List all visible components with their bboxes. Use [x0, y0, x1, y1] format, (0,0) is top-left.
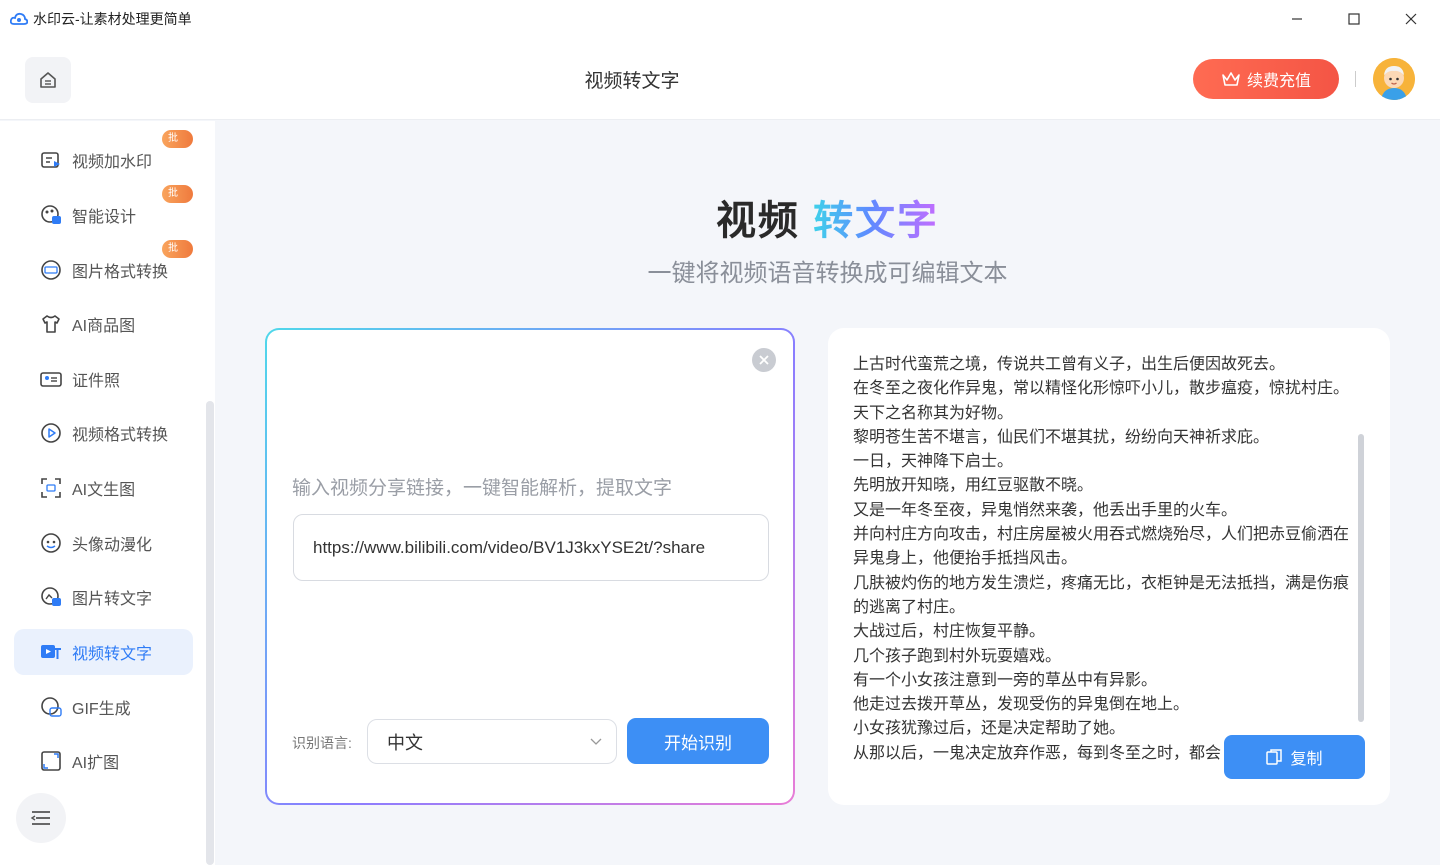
- copy-icon: [1266, 749, 1283, 765]
- header-divider: [1355, 71, 1356, 87]
- collapse-sidebar-button[interactable]: [16, 793, 66, 843]
- transcript-line: 在冬至之夜化作异鬼，常以精怪化形惊吓小儿，散步瘟疫，惊扰村庄。: [853, 380, 1350, 398]
- input-prompt: 输入视频分享链接，一键智能解析，提取文字: [292, 478, 673, 499]
- chevron-down-icon: [590, 738, 602, 745]
- menu-collapse-icon: [30, 811, 50, 825]
- close-window-button[interactable]: [1382, 0, 1439, 38]
- id-card-icon: [40, 368, 62, 390]
- maximize-button[interactable]: [1325, 0, 1382, 38]
- close-icon: [1405, 13, 1416, 25]
- input-panel: 输入视频分享链接，一键智能解析，提取文字 https://www.bilibil…: [265, 328, 795, 805]
- sidebar-item-label: 视频加水印: [72, 154, 153, 171]
- sidebar-item-label: 头像动漫化: [72, 537, 153, 554]
- sidebar-item-label: 智能设计: [72, 209, 137, 226]
- smart-design-icon: [40, 204, 62, 226]
- language-select[interactable]: 中文: [367, 719, 617, 764]
- language-value: 中文: [387, 732, 423, 753]
- sidebar-item-label: AI商品图: [72, 318, 136, 335]
- hero-title: 视频 转文字: [215, 188, 1440, 246]
- gif-icon: [40, 696, 62, 718]
- language-label: 识别语言:: [292, 735, 352, 751]
- transcript-line: 有一个小女孩注意到一旁的草丛中有异影。: [853, 671, 1158, 689]
- hero-title-part2: 转文字: [813, 199, 940, 243]
- maximize-icon: [1347, 13, 1360, 25]
- sidebar-scrollbar[interactable]: [206, 401, 214, 865]
- expand-image-icon: [40, 750, 62, 772]
- transcript-scrollbar[interactable]: [1358, 434, 1364, 722]
- video-watermark-icon: [40, 149, 62, 171]
- sidebar-item-video-watermark[interactable]: 视频加水印 批量: [14, 130, 193, 183]
- sidebar-item-ai-product[interactable]: AI商品图: [14, 301, 193, 347]
- batch-badge: 批量: [162, 240, 193, 272]
- sidebar-item-label: AI文生图: [72, 482, 136, 499]
- video-url-input[interactable]: https://www.bilibili.com/video/BV1J3kxYS…: [293, 514, 769, 581]
- sidebar-item-smart-design[interactable]: 智能设计 批量: [14, 185, 193, 238]
- sidebar-item-label: AI扩图: [72, 755, 120, 772]
- transcript-line: 大战过后，村庄恢复平静。: [853, 623, 1046, 641]
- tshirt-icon: [40, 313, 62, 335]
- recharge-label: 续费充值: [1246, 73, 1311, 90]
- start-recognition-button[interactable]: 开始识别: [627, 718, 769, 764]
- user-avatar-icon: [1373, 58, 1415, 100]
- app-header: 视频转文字 续费充值: [0, 38, 1440, 120]
- clear-button[interactable]: [752, 348, 776, 372]
- transcript-line: 天下之名称其为好物。: [853, 404, 1014, 422]
- transcript-line: 几肤被灼伤的地方发生溃烂，疼痛无比，衣柜钟是无法抵挡，满是伤痕的逃离了村庄。: [853, 574, 1350, 616]
- transcript-line: 先明放开知晓，用红豆驱散不晓。: [853, 477, 1094, 495]
- avatar[interactable]: [1373, 58, 1415, 100]
- sidebar-item-image-to-text[interactable]: 图片转文字: [14, 574, 193, 620]
- cloud-logo-icon: [10, 12, 28, 25]
- sidebar-item-label: 视频格式转换: [72, 427, 169, 444]
- sidebar: 视频加水印 批量 智能设计 批量 图片格式转换 批量 AI商品图 证件照 视频格…: [0, 121, 215, 865]
- transcript-text[interactable]: 上古时代蛮荒之境，传说共工曾有义子，出生后便因故死去。 在冬至之夜化作异鬼，常以…: [853, 353, 1355, 791]
- hero-title-part1: 视频: [715, 199, 800, 243]
- video-text-icon: [40, 641, 62, 663]
- sidebar-item-label: 图片格式转换: [72, 264, 169, 281]
- copy-button[interactable]: 复制: [1224, 735, 1365, 779]
- recharge-button[interactable]: 续费充值: [1193, 59, 1339, 99]
- transcript-line: 并向村庄方向攻击，村庄房屋被火用吞式燃烧殆尽，人们把赤豆偷洒在异鬼身上，他便抬手…: [853, 526, 1350, 568]
- sidebar-item-avatar-anime[interactable]: 头像动漫化: [14, 520, 193, 566]
- play-circle-icon: [40, 422, 62, 444]
- batch-badge: 批量: [162, 185, 193, 217]
- sidebar-item-ai-expand[interactable]: AI扩图: [14, 738, 193, 784]
- image-format-icon: [40, 259, 62, 281]
- title-bar: 水印云-让素材处理更简单: [0, 0, 1440, 38]
- sidebar-item-ai-text-to-image[interactable]: AI文生图: [14, 465, 193, 511]
- ocr-scan-icon: [40, 477, 62, 499]
- sidebar-item-image-format[interactable]: 图片格式转换 批量: [14, 240, 193, 293]
- sidebar-item-label: GIF生成: [72, 701, 131, 718]
- batch-badge: 批量: [162, 130, 193, 162]
- face-icon: [40, 532, 62, 554]
- image-text-icon: [40, 586, 62, 608]
- transcript-line: 他走过去拨开草丛，发现受伤的异鬼倒在地上。: [853, 696, 1190, 714]
- sidebar-item-video-to-text[interactable]: 视频转文字: [14, 629, 193, 675]
- transcript-line: 黎明苍生苦不堪言，仙民们不堪其扰，纷纷向天神祈求庇。: [853, 428, 1270, 446]
- copy-label: 复制: [1290, 751, 1323, 768]
- transcript-line: 一日，天神降下启士。: [853, 453, 1014, 471]
- sidebar-item-label: 视频转文字: [72, 646, 153, 663]
- close-icon: [759, 355, 769, 365]
- sidebar-item-label: 证件照: [72, 373, 121, 390]
- page-title: 视频转文字: [584, 71, 680, 92]
- sidebar-item-gif[interactable]: GIF生成: [14, 684, 193, 730]
- sidebar-item-label: 图片转文字: [72, 591, 153, 608]
- sidebar-item-id-photo[interactable]: 证件照: [14, 356, 193, 402]
- transcript-line: 上古时代蛮荒之境，传说共工曾有义子，出生后便因故死去。: [853, 356, 1286, 373]
- crown-icon: [1222, 72, 1240, 86]
- transcript-line: 几个孩子跑到村外玩耍嬉戏。: [853, 647, 1062, 665]
- minimize-button[interactable]: [1268, 0, 1325, 38]
- hero-subtitle: 一键将视频语音转换成可编辑文本: [647, 260, 1008, 287]
- sidebar-item-video-format[interactable]: 视频格式转换: [14, 410, 193, 456]
- output-panel: 上古时代蛮荒之境，传说共工曾有义子，出生后便因故死去。 在冬至之夜化作异鬼，常以…: [828, 328, 1390, 805]
- window-title: 水印云-让素材处理更简单: [33, 11, 192, 27]
- minimize-icon: [1291, 18, 1302, 20]
- transcript-line: 又是一年冬至夜，异鬼悄然来袭，他丢出手里的火车。: [853, 501, 1238, 519]
